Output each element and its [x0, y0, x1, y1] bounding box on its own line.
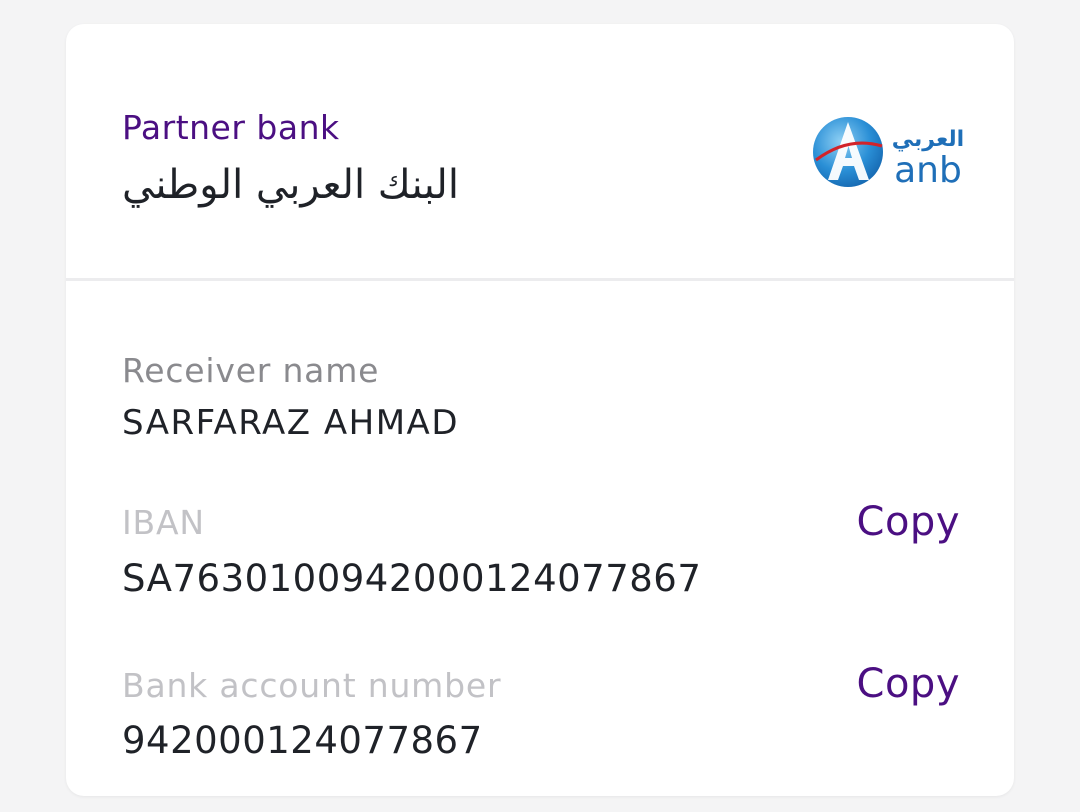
- copy-iban-button[interactable]: Copy: [857, 499, 960, 545]
- receiver-name-label: Receiver name: [122, 351, 380, 390]
- partner-bank-section: Partner bank البنك العربي الوطني العربي …: [66, 24, 1014, 281]
- svg-text:anb: anb: [894, 150, 962, 191]
- svg-text:العربي: العربي: [892, 127, 964, 152]
- partner-bank-name: البنك العربي الوطني: [122, 162, 459, 208]
- bank-account-number-label: Bank account number: [122, 666, 502, 705]
- receiver-name-value: SARFARAZ AHMAD: [122, 403, 459, 443]
- iban-value: SA7630100942000124077867: [122, 557, 702, 600]
- bank-account-number-value: 942000124077867: [122, 719, 483, 762]
- anb-logo: العربي anb: [810, 116, 970, 196]
- iban-label: IBAN: [122, 503, 205, 542]
- copy-account-number-button[interactable]: Copy: [857, 661, 960, 707]
- bank-details-card: Partner bank البنك العربي الوطني العربي …: [66, 24, 1014, 796]
- partner-bank-label: Partner bank: [122, 108, 340, 147]
- anb-logo-icon: العربي anb: [813, 117, 964, 191]
